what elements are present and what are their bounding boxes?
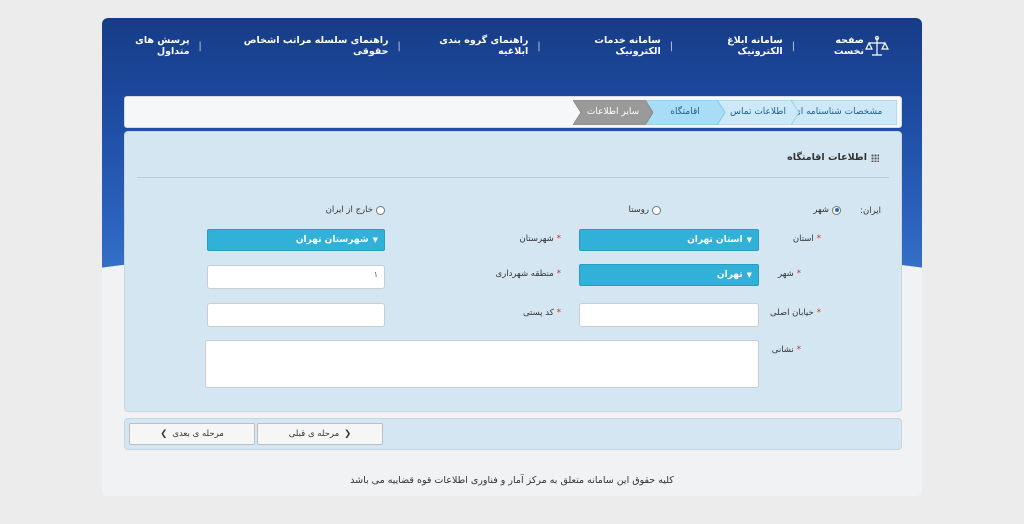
step-contact[interactable]: اطلاعات تماس <box>717 100 799 125</box>
nav-e-notice[interactable]: سامانه ابلاغ الکترونیک <box>682 35 783 57</box>
wizard-nav-bar: ❮ مرحله ی قبلی مرحله ی بعدی ❯ <box>124 418 902 450</box>
province-label: *استان <box>793 234 821 244</box>
radio-village[interactable]: روستا <box>628 205 661 215</box>
next-step-label: مرحله ی بعدی <box>172 429 224 439</box>
chevron-right-icon: ❯ <box>160 429 168 439</box>
form-title: اطلاعات اقامتگاه <box>787 152 879 163</box>
caret-down-icon: ▼ <box>746 236 752 244</box>
province-label-text: استان <box>792 234 814 244</box>
radio-abroad-dot[interactable] <box>376 205 385 215</box>
province-select[interactable]: ▼ استان تهران <box>579 229 759 251</box>
required-mark: * <box>816 234 821 244</box>
radio-city-label: شهر <box>813 205 829 215</box>
required-mark: * <box>816 308 821 318</box>
street-input[interactable] <box>579 303 759 327</box>
step-identity-label: مشخصات شناسنامه ای <box>793 107 883 117</box>
required-mark: * <box>556 308 561 318</box>
nav-separator: | <box>198 40 202 52</box>
nav-e-services[interactable]: سامانه خدمات الکترونیک <box>550 35 660 57</box>
nav-separator: | <box>669 40 673 52</box>
nav-separator: | <box>791 40 795 52</box>
radio-abroad[interactable]: خارج از ایران <box>326 205 385 215</box>
nav-home[interactable]: صفحه نخست <box>804 35 864 57</box>
nav-legal-hierarchy-guide[interactable]: راهنمای سلسله مراتب اشخاص حقوقی <box>211 35 389 57</box>
iran-label: ایران: <box>860 206 881 216</box>
caret-down-icon: ▼ <box>746 271 752 279</box>
radio-village-label: روستا <box>628 205 650 215</box>
radio-abroad-label: خارج از ایران <box>325 205 373 215</box>
nav-separator: | <box>397 40 401 52</box>
street-label-text: خیابان اصلی <box>769 308 814 318</box>
district-input[interactable]: ۱ <box>207 265 385 289</box>
grid-icon <box>871 153 879 162</box>
caret-down-icon: ▼ <box>372 236 378 244</box>
postal-label: *کد پستی <box>523 308 561 318</box>
city-select[interactable]: ▼ تهران <box>579 264 759 286</box>
form-title-text: اطلاعات اقامتگاه <box>787 152 867 163</box>
step-other-info-label: سایر اطلاعات <box>586 107 640 117</box>
step-residence-label: اقامتگاه <box>670 107 700 117</box>
county-label-text: شهرستان <box>519 234 554 244</box>
nav-faq[interactable]: پرسش های متداول <box>102 35 189 57</box>
divider <box>137 177 889 178</box>
address-textarea[interactable] <box>205 340 759 388</box>
city-value: تهران <box>716 270 743 280</box>
postal-code-input[interactable] <box>207 303 385 327</box>
city-label: *شهر <box>778 269 801 279</box>
next-step-button[interactable]: مرحله ی بعدی ❯ <box>129 423 255 445</box>
radio-village-dot[interactable] <box>652 205 661 215</box>
address-label-text: نشانی <box>771 345 794 355</box>
city-label-text: شهر <box>778 269 794 279</box>
radio-city-dot[interactable] <box>832 205 841 215</box>
prev-step-button[interactable]: ❮ مرحله ی قبلی <box>257 423 383 445</box>
district-label-text: منطقه شهرداری <box>495 269 554 279</box>
top-nav: صفحه نخست | سامانه ابلاغ الکترونیک | سام… <box>102 35 864 57</box>
street-label: *خیابان اصلی <box>770 308 821 318</box>
county-label: *شهرستان <box>520 234 562 244</box>
required-mark: * <box>796 269 801 279</box>
prev-step-label: مرحله ی قبلی <box>288 429 340 439</box>
required-mark: * <box>556 234 561 244</box>
nav-notice-grouping-guide[interactable]: راهنمای گروه بندی ابلاغیه <box>410 35 528 57</box>
step-residence[interactable]: اقامتگاه <box>645 100 725 125</box>
province-value: استان تهران <box>687 235 743 245</box>
footer-copyright: کلیه حقوق این سامانه متعلق به مرکز آمار … <box>350 475 674 486</box>
step-other-info[interactable]: سایر اطلاعات <box>573 100 653 125</box>
required-mark: * <box>556 269 561 279</box>
county-value: شهرستان تهران <box>295 235 369 245</box>
residence-form-panel: اطلاعات اقامتگاه ایران: شهر روستا خارج ا… <box>124 131 902 412</box>
required-mark: * <box>796 345 801 355</box>
step-contact-label: اطلاعات تماس <box>730 107 786 117</box>
steps-bar: مشخصات شناسنامه ای اطلاعات تماس اقامتگاه… <box>124 96 902 128</box>
chevron-left-icon: ❮ <box>344 429 352 439</box>
district-label: *منطقه شهرداری <box>495 269 561 279</box>
county-select[interactable]: ▼ شهرستان تهران <box>207 229 385 251</box>
judiciary-logo-icon <box>865 35 889 56</box>
postal-label-text: کد پستی <box>522 308 554 318</box>
address-label: *نشانی <box>772 345 801 355</box>
page-frame: صفحه نخست | سامانه ابلاغ الکترونیک | سام… <box>102 18 922 496</box>
radio-city[interactable]: شهر <box>813 205 841 215</box>
nav-separator: | <box>537 40 541 52</box>
